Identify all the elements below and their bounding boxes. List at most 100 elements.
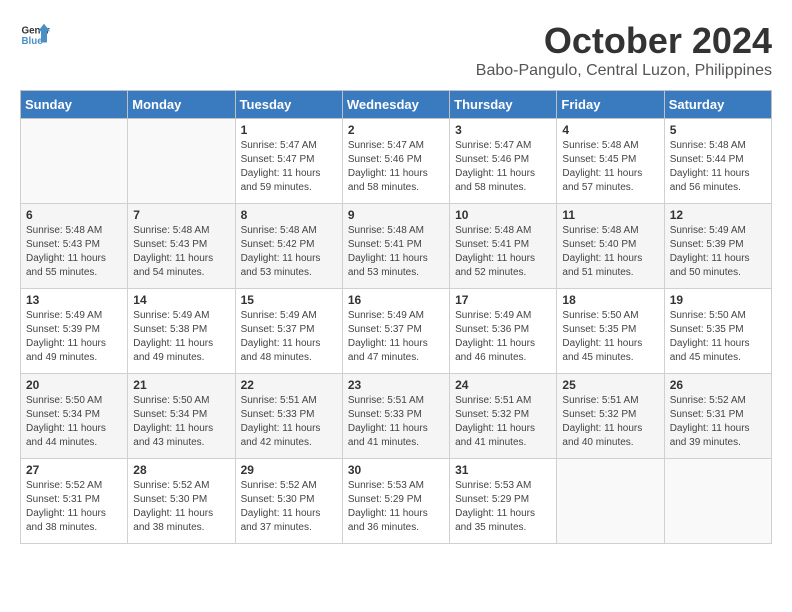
cell-info: Sunrise: 5:49 AM Sunset: 5:37 PM Dayligh… <box>241 309 337 365</box>
cell-info: Sunrise: 5:51 AM Sunset: 5:33 PM Dayligh… <box>348 394 444 450</box>
cell-info: Sunrise: 5:47 AM Sunset: 5:46 PM Dayligh… <box>348 139 444 195</box>
logo-icon: General Blue <box>20 20 50 50</box>
location-title: Babo-Pangulo, Central Luzon, Philippines <box>476 62 772 80</box>
calendar-cell: 5Sunrise: 5:48 AM Sunset: 5:44 PM Daylig… <box>664 119 771 204</box>
day-number: 12 <box>670 208 766 222</box>
day-header-monday: Monday <box>128 91 235 119</box>
day-number: 2 <box>348 123 444 137</box>
cell-info: Sunrise: 5:48 AM Sunset: 5:43 PM Dayligh… <box>26 224 122 280</box>
day-number: 30 <box>348 463 444 477</box>
cell-info: Sunrise: 5:50 AM Sunset: 5:34 PM Dayligh… <box>26 394 122 450</box>
day-number: 1 <box>241 123 337 137</box>
calendar-cell: 1 Sunrise: 5:47 AM Sunset: 5:47 PM Daylig… <box>235 119 342 204</box>
day-number: 31 <box>455 463 551 477</box>
calendar-cell: 30Sunrise: 5:53 AM Sunset: 5:29 PM Dayli… <box>342 459 449 544</box>
day-number: 15 <box>241 293 337 307</box>
calendar-cell: 25Sunrise: 5:51 AM Sunset: 5:32 PM Dayli… <box>557 374 664 459</box>
day-number: 25 <box>562 378 658 392</box>
month-title: October 2024 <box>476 20 772 62</box>
day-number: 6 <box>26 208 122 222</box>
calendar-cell: 20 Sunrise: 5:50 AM Sunset: 5:34 PM Dayli… <box>21 374 128 459</box>
cell-info: Sunrise: 5:48 AM Sunset: 5:45 PM Dayligh… <box>562 139 658 195</box>
week-row-2: 6 Sunrise: 5:48 AM Sunset: 5:43 PM Daylig… <box>21 204 772 289</box>
day-number: 8 <box>241 208 337 222</box>
calendar-cell: 29 Sunrise: 5:52 AM Sunset: 5:30 PM Dayli… <box>235 459 342 544</box>
calendar-table: SundayMondayTuesdayWednesdayThursdayFrid… <box>20 90 772 544</box>
day-number: 21 <box>133 378 229 392</box>
calendar-cell: 22 Sunrise: 5:51 AM Sunset: 5:33 PM Dayli… <box>235 374 342 459</box>
week-row-1: 1 Sunrise: 5:47 AM Sunset: 5:47 PM Daylig… <box>21 119 772 204</box>
calendar-cell: 23 Sunrise: 5:51 AM Sunset: 5:33 PM Dayli… <box>342 374 449 459</box>
title-area: October 2024 Babo-Pangulo, Central Luzon… <box>476 20 772 80</box>
calendar-cell: 27Sunrise: 5:52 AM Sunset: 5:31 PM Dayli… <box>21 459 128 544</box>
calendar-cell: 19 Sunrise: 5:50 AM Sunset: 5:35 PM Dayli… <box>664 289 771 374</box>
day-number: 27 <box>26 463 122 477</box>
cell-info: Sunrise: 5:47 AM Sunset: 5:46 PM Dayligh… <box>455 139 551 195</box>
calendar-cell: 28 Sunrise: 5:52 AM Sunset: 5:30 PM Dayli… <box>128 459 235 544</box>
day-header-thursday: Thursday <box>450 91 557 119</box>
day-number: 4 <box>562 123 658 137</box>
day-header-saturday: Saturday <box>664 91 771 119</box>
cell-info: Sunrise: 5:52 AM Sunset: 5:30 PM Dayligh… <box>241 479 337 535</box>
cell-info: Sunrise: 5:48 AM Sunset: 5:41 PM Dayligh… <box>455 224 551 280</box>
week-row-3: 13 Sunrise: 5:49 AM Sunset: 5:39 PM Dayli… <box>21 289 772 374</box>
day-header-friday: Friday <box>557 91 664 119</box>
cell-info: Sunrise: 5:49 AM Sunset: 5:37 PM Dayligh… <box>348 309 444 365</box>
day-header-wednesday: Wednesday <box>342 91 449 119</box>
day-number: 23 <box>348 378 444 392</box>
header: General Blue October 2024 Babo-Pangulo, … <box>20 20 772 80</box>
day-number: 3 <box>455 123 551 137</box>
calendar-cell: 2 Sunrise: 5:47 AM Sunset: 5:46 PM Daylig… <box>342 119 449 204</box>
cell-info: Sunrise: 5:48 AM Sunset: 5:42 PM Dayligh… <box>241 224 337 280</box>
cell-info: Sunrise: 5:47 AM Sunset: 5:47 PM Dayligh… <box>241 139 337 195</box>
calendar-cell: 31Sunrise: 5:53 AM Sunset: 5:29 PM Dayli… <box>450 459 557 544</box>
cell-info: Sunrise: 5:52 AM Sunset: 5:31 PM Dayligh… <box>670 394 766 450</box>
calendar-cell: 3 Sunrise: 5:47 AM Sunset: 5:46 PM Daylig… <box>450 119 557 204</box>
cell-info: Sunrise: 5:49 AM Sunset: 5:39 PM Dayligh… <box>26 309 122 365</box>
cell-info: Sunrise: 5:52 AM Sunset: 5:30 PM Dayligh… <box>133 479 229 535</box>
calendar-cell: 13 Sunrise: 5:49 AM Sunset: 5:39 PM Dayli… <box>21 289 128 374</box>
cell-info: Sunrise: 5:48 AM Sunset: 5:40 PM Dayligh… <box>562 224 658 280</box>
cell-info: Sunrise: 5:51 AM Sunset: 5:33 PM Dayligh… <box>241 394 337 450</box>
day-header-sunday: Sunday <box>21 91 128 119</box>
day-number: 19 <box>670 293 766 307</box>
calendar-cell: 6 Sunrise: 5:48 AM Sunset: 5:43 PM Daylig… <box>21 204 128 289</box>
cell-info: Sunrise: 5:51 AM Sunset: 5:32 PM Dayligh… <box>455 394 551 450</box>
cell-info: Sunrise: 5:49 AM Sunset: 5:36 PM Dayligh… <box>455 309 551 365</box>
day-number: 11 <box>562 208 658 222</box>
logo: General Blue <box>20 20 50 50</box>
calendar-cell: 12Sunrise: 5:49 AM Sunset: 5:39 PM Dayli… <box>664 204 771 289</box>
day-number: 13 <box>26 293 122 307</box>
day-number: 22 <box>241 378 337 392</box>
calendar-cell <box>664 459 771 544</box>
week-row-5: 27Sunrise: 5:52 AM Sunset: 5:31 PM Dayli… <box>21 459 772 544</box>
calendar-cell: 24Sunrise: 5:51 AM Sunset: 5:32 PM Dayli… <box>450 374 557 459</box>
day-number: 10 <box>455 208 551 222</box>
calendar-cell <box>21 119 128 204</box>
calendar-cell: 16 Sunrise: 5:49 AM Sunset: 5:37 PM Dayli… <box>342 289 449 374</box>
day-number: 7 <box>133 208 229 222</box>
calendar-cell: 14Sunrise: 5:49 AM Sunset: 5:38 PM Dayli… <box>128 289 235 374</box>
svg-text:Blue: Blue <box>22 36 44 47</box>
calendar-cell: 26 Sunrise: 5:52 AM Sunset: 5:31 PM Dayli… <box>664 374 771 459</box>
day-number: 29 <box>241 463 337 477</box>
cell-info: Sunrise: 5:50 AM Sunset: 5:34 PM Dayligh… <box>133 394 229 450</box>
cell-info: Sunrise: 5:48 AM Sunset: 5:43 PM Dayligh… <box>133 224 229 280</box>
cell-info: Sunrise: 5:49 AM Sunset: 5:38 PM Dayligh… <box>133 309 229 365</box>
calendar-cell: 15 Sunrise: 5:49 AM Sunset: 5:37 PM Dayli… <box>235 289 342 374</box>
day-header-tuesday: Tuesday <box>235 91 342 119</box>
day-number: 9 <box>348 208 444 222</box>
calendar-cell: 10 Sunrise: 5:48 AM Sunset: 5:41 PM Dayli… <box>450 204 557 289</box>
day-number: 5 <box>670 123 766 137</box>
calendar-cell <box>557 459 664 544</box>
day-number: 18 <box>562 293 658 307</box>
day-number: 28 <box>133 463 229 477</box>
day-number: 26 <box>670 378 766 392</box>
calendar-cell: 7 Sunrise: 5:48 AM Sunset: 5:43 PM Daylig… <box>128 204 235 289</box>
calendar-cell <box>128 119 235 204</box>
calendar-cell: 17Sunrise: 5:49 AM Sunset: 5:36 PM Dayli… <box>450 289 557 374</box>
day-number: 20 <box>26 378 122 392</box>
day-number: 16 <box>348 293 444 307</box>
calendar-cell: 4 Sunrise: 5:48 AM Sunset: 5:45 PM Daylig… <box>557 119 664 204</box>
cell-info: Sunrise: 5:50 AM Sunset: 5:35 PM Dayligh… <box>670 309 766 365</box>
